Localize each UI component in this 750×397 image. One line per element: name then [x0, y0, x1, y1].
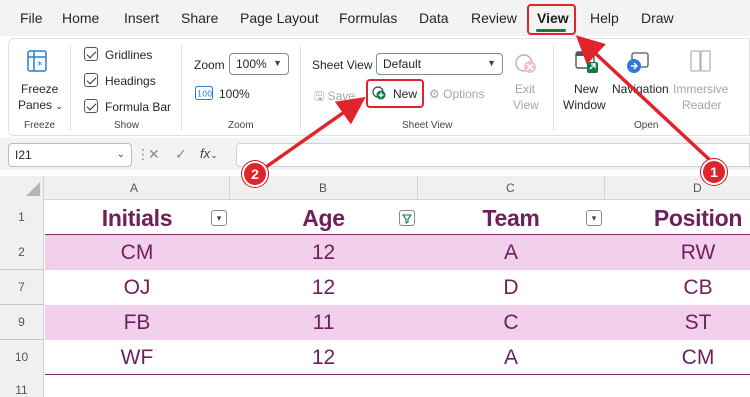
- callout-arrow-2: [264, 96, 366, 169]
- callout-badge-1: 1: [701, 159, 727, 185]
- callout-arrows: [264, 35, 714, 169]
- callout-arrow-1: [575, 35, 714, 164]
- callout-badge-2: 2: [242, 161, 268, 187]
